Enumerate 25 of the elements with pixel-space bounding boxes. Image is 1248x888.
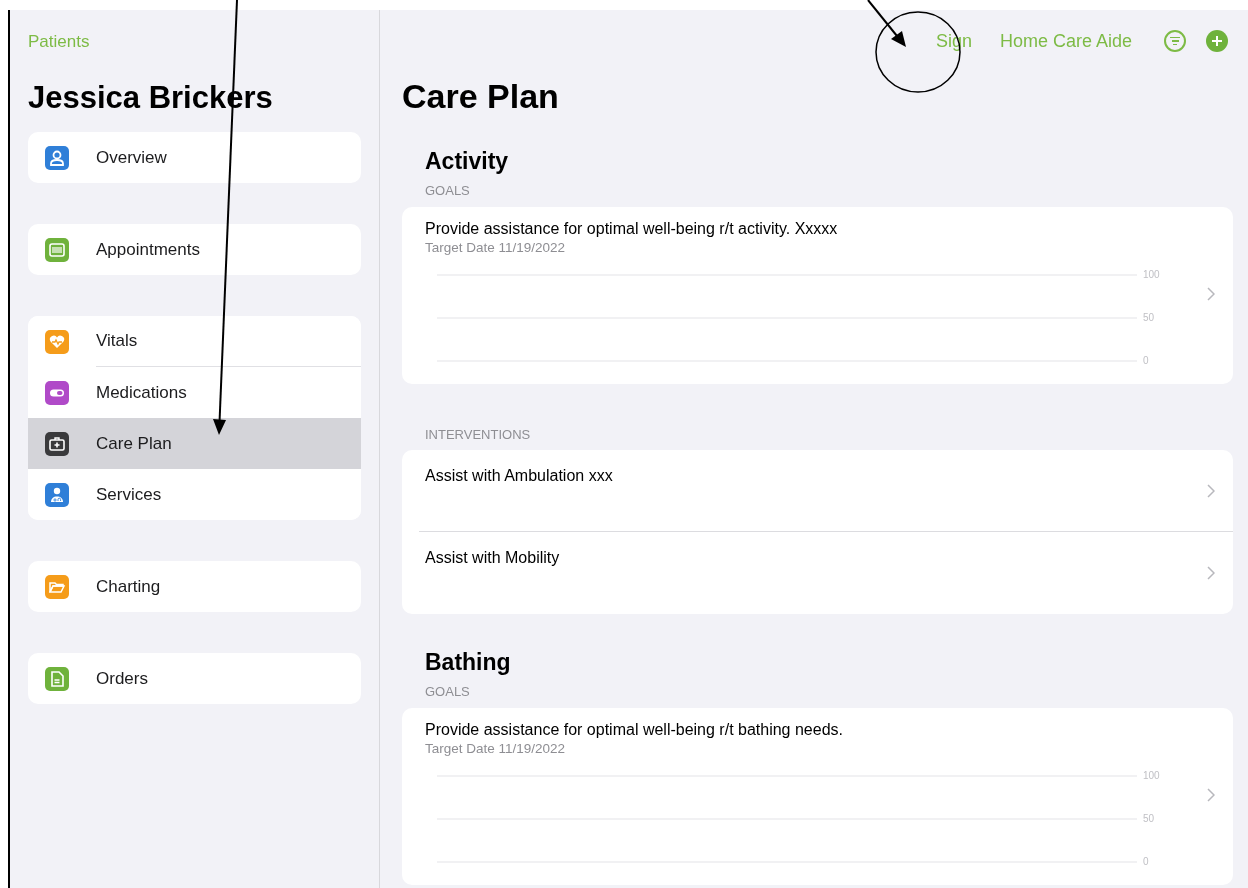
sidebar-item[interactable]: Care Plan <box>28 418 361 469</box>
section-title: Activity <box>424 147 510 176</box>
intervention-text: Assist with Mobility <box>425 548 561 568</box>
goal-text: Provide assistance for optimal well-being r/t activity. Xxxxx <box>425 218 839 239</box>
group-header: GOALS <box>424 683 471 701</box>
group-header: INTERVENTIONS <box>424 425 532 444</box>
goal-text: Provide assistance for optimal well-being r/t bathing needs. <box>425 719 844 740</box>
target-date: Target Date 11/19/2022 <box>425 238 567 257</box>
chevron-icon <box>1207 484 1215 498</box>
axis-tick-label: 50 <box>1143 812 1155 825</box>
filter-icon[interactable] <box>1164 30 1186 52</box>
intervention-row[interactable]: Assist with Ambulation xxx <box>402 450 1233 532</box>
chevron-icon <box>1207 286 1215 301</box>
axis-tick-label: 100 <box>1143 769 1160 782</box>
section-title: Bathing <box>424 648 512 677</box>
add-icon[interactable] <box>1206 30 1228 52</box>
intervention-row[interactable]: Assist with Mobility <box>402 532 1233 614</box>
group-header: GOALS <box>424 182 471 200</box>
intervention-text: Assist with Ambulation xxx <box>425 466 614 486</box>
chevron-icon <box>1207 566 1215 580</box>
chevron-icon <box>1207 787 1215 802</box>
page-title: Care Plan <box>402 77 560 115</box>
axis-tick-label: 50 <box>1143 311 1155 324</box>
target-date: Target Date 11/19/2022 <box>425 739 567 758</box>
axis-tick-label: 100 <box>1143 268 1160 281</box>
